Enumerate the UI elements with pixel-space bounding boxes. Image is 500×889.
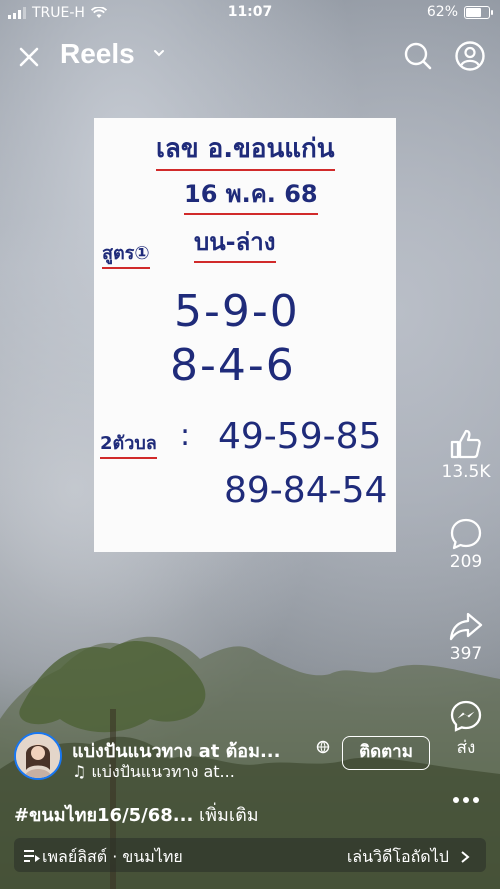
- chevron-right-icon: [461, 851, 470, 863]
- formula-label: สูตร①: [102, 238, 150, 269]
- share-button[interactable]: 397: [434, 608, 498, 664]
- author-row: แบ่งปันแนวทาง at ต้อม... ♫ แบ่งปันแนวทาง…: [14, 732, 434, 782]
- caption[interactable]: #ขนมไทย16/5/68... เพิ่มเติม: [14, 800, 259, 829]
- share-count: 397: [449, 644, 483, 664]
- playlist-icon: [24, 850, 40, 862]
- numbers-row-2: 8-4-6: [170, 340, 296, 391]
- like-count: 13.5K: [441, 462, 491, 482]
- clock: 11:07: [227, 4, 273, 20]
- status-bar: TRUE-H 11:07 62%: [0, 0, 500, 26]
- battery-percent: 62%: [426, 4, 458, 20]
- like-button[interactable]: 13.5K: [434, 426, 498, 482]
- send-label: ส่ง: [456, 738, 476, 758]
- pairs-row-1: 49-59-85: [218, 416, 382, 457]
- playlist-text: เพลย์ลิสต์ · ขนมไทย: [42, 847, 183, 866]
- next-video-link[interactable]: เล่นวิดีโอถัดไป: [347, 845, 470, 870]
- position-label: บน-ล่าง: [194, 222, 276, 263]
- page-title[interactable]: Reels: [60, 38, 135, 70]
- comment-button[interactable]: 209: [434, 516, 498, 572]
- next-video-text: เล่นวิดีโอถัดไป: [346, 847, 449, 866]
- pairs-row-2: 89-84-54: [224, 470, 388, 511]
- colon-mark: :: [180, 418, 191, 453]
- globe-icon: [316, 740, 330, 754]
- audio-track[interactable]: ♫ แบ่งปันแนวทาง at...: [72, 760, 235, 785]
- battery-group: 62%: [426, 4, 493, 20]
- close-icon[interactable]: [14, 42, 44, 72]
- comment-count: 209: [449, 552, 483, 572]
- numbers-row-1: 5-9-0: [174, 286, 300, 337]
- two-digit-label: 2ตัวบล: [100, 428, 157, 459]
- send-button[interactable]: ส่ง: [434, 698, 498, 761]
- search-icon[interactable]: [402, 40, 434, 72]
- profile-icon[interactable]: [454, 40, 486, 72]
- follow-button[interactable]: ติดตาม: [342, 736, 430, 770]
- share-icon: [449, 612, 483, 641]
- messenger-icon: [450, 700, 482, 732]
- comment-icon: [450, 518, 482, 550]
- battery-icon: [464, 5, 493, 19]
- more-button[interactable]: [434, 788, 498, 812]
- playlist-bar[interactable]: เพลย์ลิสต์ · ขนมไทย เล่นวิดีโอถัดไป: [14, 838, 486, 872]
- more-dots-icon: [453, 797, 479, 803]
- paper-title: เลข อ.ขอนแก่น: [156, 128, 335, 171]
- paper-date: 16 พ.ค. 68: [184, 174, 318, 215]
- playlist-label[interactable]: เพลย์ลิสต์ · ขนมไทย: [24, 845, 183, 870]
- avatar-portrait: [16, 734, 60, 778]
- caption-hashtag[interactable]: #ขนมไทย16/5/68...: [14, 805, 193, 826]
- chevron-down-icon[interactable]: [152, 46, 166, 60]
- thumbs-up-icon: [450, 429, 481, 459]
- avatar[interactable]: [14, 732, 62, 780]
- reels-header: Reels: [0, 36, 500, 76]
- see-more-link[interactable]: เพิ่มเติม: [193, 805, 259, 826]
- lottery-paper: เลข อ.ขอนแก่น 16 พ.ค. 68 สูตร① บน-ล่าง 5…: [94, 118, 396, 552]
